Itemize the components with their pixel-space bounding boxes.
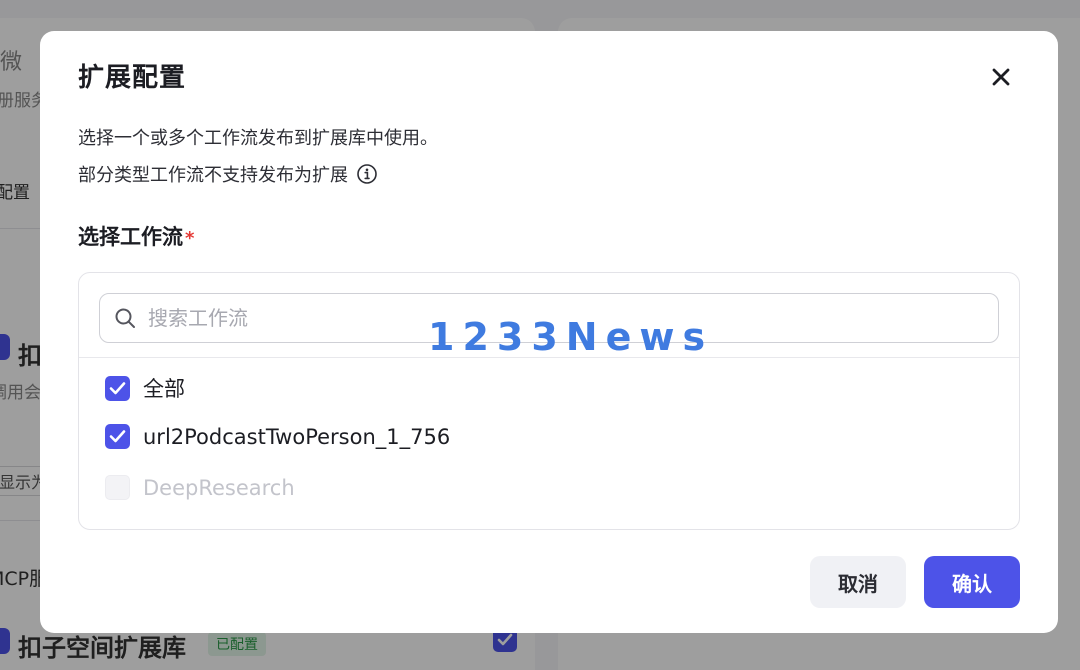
option-label-workflow: url2PodcastTwoPerson_1_756 xyxy=(143,424,451,449)
description-text-1: 选择一个或多个工作流发布到扩展库中使用。 xyxy=(78,128,438,149)
description-line-2: 部分类型工作流不支持发布为扩展 xyxy=(78,161,378,187)
check-icon xyxy=(109,430,126,443)
check-icon xyxy=(109,381,126,394)
checkbox-all[interactable] xyxy=(105,375,130,401)
required-mark: * xyxy=(185,228,195,249)
option-label-all: 全部 xyxy=(143,377,185,401)
extension-config-dialog: 扩展配置 选择一个或多个工作流发布到扩展库中使用。 部分类型工作流不支持发布为扩… xyxy=(40,31,1058,633)
close-icon xyxy=(992,68,1010,86)
info-icon[interactable] xyxy=(356,163,378,185)
dialog-title: 扩展配置 xyxy=(78,63,187,93)
checkbox-deepresearch xyxy=(105,475,130,500)
close-button[interactable] xyxy=(985,61,1017,93)
option-label-deepresearch: DeepResearch xyxy=(143,475,295,500)
watermark-text: 1233News xyxy=(428,315,714,359)
description-line-1: 选择一个或多个工作流发布到扩展库中使用。 xyxy=(78,124,438,150)
cancel-button[interactable]: 取消 xyxy=(810,556,906,608)
option-all[interactable]: 全部 xyxy=(105,373,185,403)
workflow-field-label-text: 选择工作流 xyxy=(78,225,183,249)
description-text-2: 部分类型工作流不支持发布为扩展 xyxy=(78,165,348,186)
option-deepresearch: DeepResearch xyxy=(105,475,295,500)
workflow-select-panel: 全部 url2PodcastTwoPerson_1_756 DeepResear… xyxy=(78,272,1020,530)
option-workflow[interactable]: url2PodcastTwoPerson_1_756 xyxy=(105,424,450,449)
confirm-button[interactable]: 确认 xyxy=(924,556,1020,608)
search-icon xyxy=(115,308,135,328)
checkbox-workflow[interactable] xyxy=(105,424,130,449)
workflow-field-label: 选择工作流 * xyxy=(78,221,194,251)
